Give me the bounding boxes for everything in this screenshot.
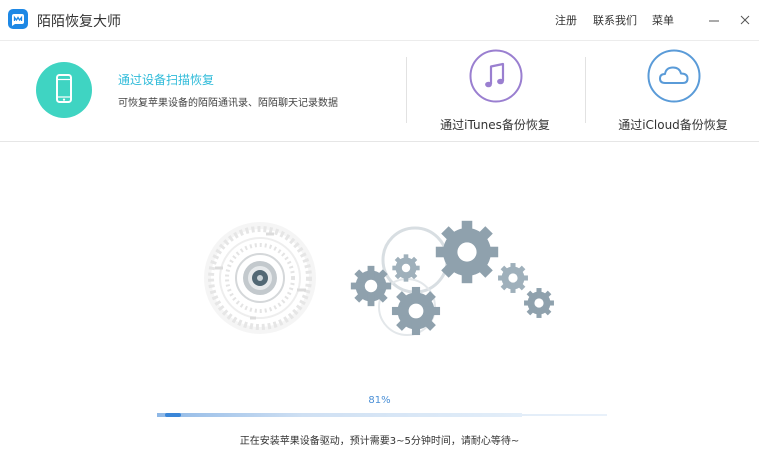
progress-bar — [157, 413, 607, 417]
music-note-icon — [469, 49, 523, 103]
cloud-icon — [647, 49, 701, 103]
progress-indicator — [165, 413, 181, 417]
progress-fill — [157, 413, 522, 417]
icloud-backup-mode[interactable]: 通过iCloud备份恢复 — [587, 41, 759, 141]
contact-us-link[interactable]: 联系我们 — [593, 12, 637, 28]
close-icon — [740, 15, 750, 25]
itunes-backup-label: 通过iTunes备份恢复 — [440, 118, 550, 132]
status-text: 正在安装苹果设备驱动，预计需要3~5分钟时间，请耐心等待~ — [239, 436, 520, 447]
momo-logo-icon — [8, 9, 28, 29]
progress-percent: 81% — [368, 395, 391, 406]
device-scan-mode[interactable]: 通过设备扫描恢复 可恢复苹果设备的陌陌通讯录、陌陌聊天记录数据 — [0, 41, 405, 141]
device-scan-description: 可恢复苹果设备的陌陌通讯录、陌陌聊天记录数据 — [118, 98, 338, 109]
gears-illustration-icon — [204, 220, 554, 336]
title-bar: 陌陌恢复大师 注册 联系我们 菜单 — [0, 0, 759, 41]
app-title: 陌陌恢复大师 — [37, 14, 121, 30]
minimize-icon — [709, 20, 719, 22]
minimize-button[interactable] — [706, 12, 722, 28]
device-scan-title: 通过设备扫描恢复 — [118, 73, 215, 87]
recovery-mode-panel: 通过设备扫描恢复 可恢复苹果设备的陌陌通讯录、陌陌聊天记录数据 通过iTunes… — [0, 41, 759, 142]
menu-link[interactable]: 菜单 — [652, 12, 674, 28]
phone-icon — [36, 62, 92, 118]
itunes-backup-mode[interactable]: 通过iTunes备份恢复 — [407, 41, 583, 141]
divider — [585, 57, 586, 123]
close-button[interactable] — [737, 12, 753, 28]
register-link[interactable]: 注册 — [555, 12, 577, 28]
icloud-backup-label: 通过iCloud备份恢复 — [618, 118, 728, 132]
